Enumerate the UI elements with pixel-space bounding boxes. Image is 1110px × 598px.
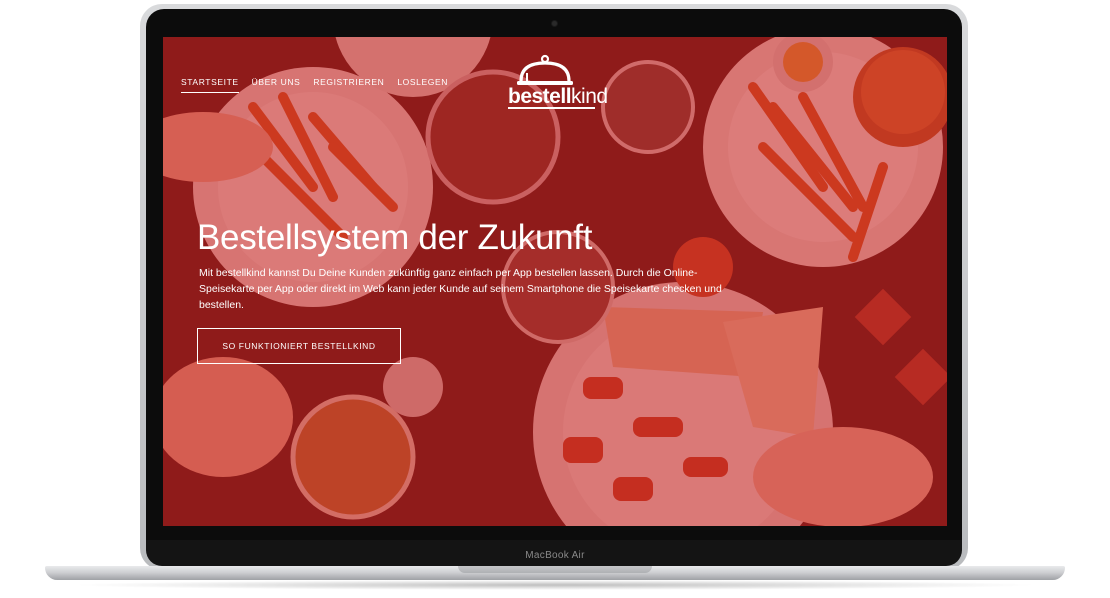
- hero-description: Mit bestellkind kannst Du Deine Kunden z…: [199, 267, 722, 311]
- nav-item-loslegen[interactable]: LOSLEGEN: [397, 77, 448, 93]
- nav-item-startseite[interactable]: STARTSEITE: [181, 77, 239, 93]
- logo-text-bold: bestell: [508, 85, 572, 108]
- model-label: MacBook Air: [525, 550, 585, 561]
- base-shadow: [70, 580, 1040, 590]
- camera-icon: [552, 21, 557, 26]
- bestellkind-logo[interactable]: bestellkind: [505, 54, 608, 110]
- logo-text-light: kind: [571, 85, 608, 108]
- website-screen: STARTSEITE ÜBER UNS REGISTRIEREN LOSLEGE…: [163, 37, 947, 526]
- main-navigation: STARTSEITE ÜBER UNS REGISTRIEREN LOSLEGE…: [181, 77, 461, 93]
- cloche-icon: [517, 54, 573, 85]
- so-funktioniert-button[interactable]: SO FUNKTIONIERT BESTELLKIND: [197, 328, 401, 364]
- base-notch: [458, 566, 652, 573]
- hero-title: Bestellsystem der Zukunft: [197, 218, 593, 257]
- logo-underline: [508, 107, 595, 109]
- nav-item-ueber-uns[interactable]: ÜBER UNS: [252, 77, 301, 93]
- nav-item-registrieren[interactable]: REGISTRIEREN: [313, 77, 384, 93]
